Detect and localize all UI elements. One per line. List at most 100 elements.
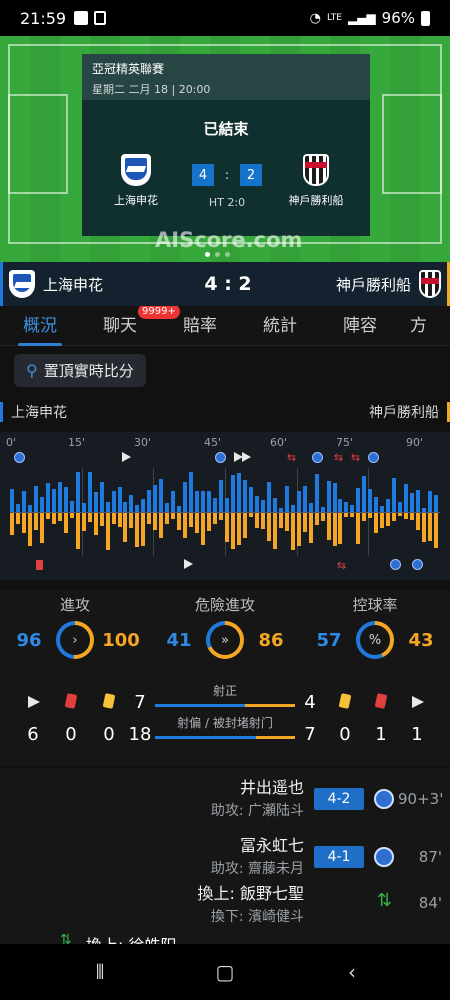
away-momentum-bar bbox=[40, 513, 44, 543]
tab-label: 方案 bbox=[410, 315, 427, 336]
substitution-event-icon[interactable]: ⇆ bbox=[350, 452, 361, 463]
away-momentum-bar bbox=[82, 513, 86, 531]
chevron-right-icon: › bbox=[72, 632, 78, 648]
carousel-dot[interactable] bbox=[215, 252, 220, 257]
corner-event-icon[interactable] bbox=[184, 559, 193, 569]
away-momentum-bar bbox=[362, 513, 366, 521]
away-momentum-bar bbox=[333, 513, 337, 546]
carousel-dots[interactable] bbox=[205, 252, 230, 257]
shots-on-bar bbox=[155, 704, 295, 707]
match-stats: 進攻 96 › 100 危險進攻 41 » 86 控球率 57 % 43 6 0… bbox=[0, 590, 450, 766]
red-card-event-icon[interactable] bbox=[36, 560, 43, 570]
home-momentum-bar bbox=[129, 495, 133, 512]
goal-event-icon[interactable] bbox=[412, 559, 423, 570]
away-momentum-bar bbox=[112, 513, 116, 524]
away-momentum-bar bbox=[410, 513, 414, 520]
event-minute: 87' bbox=[418, 848, 442, 866]
away-team: 神戶勝利船 bbox=[276, 154, 356, 208]
stat-dangerous-attack: 危險進攻 41 » 86 bbox=[150, 590, 300, 659]
home-momentum-bar bbox=[88, 472, 92, 512]
event-assist: 助攻: 齋藤未月 bbox=[210, 861, 304, 877]
home-momentum-bar bbox=[100, 482, 104, 512]
away-momentum-bar bbox=[279, 513, 283, 528]
away-team-name: 神戶勝利船 bbox=[288, 194, 344, 207]
corner-event-icon[interactable] bbox=[242, 452, 251, 462]
double-chevron-icon: » bbox=[221, 632, 229, 648]
away-momentum-bar bbox=[285, 513, 289, 531]
tab-lineup[interactable]: 陣容 bbox=[320, 306, 400, 346]
home-momentum-bar bbox=[70, 501, 74, 512]
corner-event-icon[interactable] bbox=[122, 452, 131, 462]
away-momentum-bar bbox=[368, 513, 372, 518]
goal-event-icon[interactable] bbox=[14, 452, 25, 463]
overview-panel[interactable]: ⚲ 置頂實時比分 上海申花 神戶勝利船 0' 15' 30' 45' 60' 7… bbox=[0, 346, 450, 944]
away-momentum-bar bbox=[88, 513, 92, 522]
tab-plans[interactable]: 方案 bbox=[400, 306, 440, 346]
away-momentum-bar bbox=[165, 513, 169, 524]
stat-attack: 進攻 96 › 100 bbox=[0, 590, 150, 659]
shopping-bag-icon bbox=[94, 11, 107, 25]
tab-overview[interactable]: 概況 bbox=[0, 306, 80, 346]
home-momentum-bar bbox=[46, 483, 50, 512]
yellow-card-icon bbox=[102, 693, 116, 709]
away-momentum-bar bbox=[219, 513, 223, 520]
event-minute: 84' bbox=[418, 894, 442, 912]
corner-flag-icon bbox=[412, 696, 424, 708]
home-momentum-bar bbox=[165, 503, 169, 512]
away-momentum-bar bbox=[123, 513, 127, 542]
tab-odds[interactable]: 賠率 bbox=[160, 306, 240, 346]
goal-ball-icon bbox=[374, 847, 394, 867]
home-momentum-bar bbox=[327, 481, 331, 512]
shots-off-bar bbox=[155, 736, 295, 739]
carousel-dot[interactable] bbox=[225, 252, 230, 257]
away-momentum-bar bbox=[10, 513, 14, 535]
carousel-dot[interactable] bbox=[205, 252, 210, 257]
timeline-away-team: 神戶勝利船 bbox=[369, 402, 450, 422]
away-momentum-bar bbox=[404, 513, 408, 519]
goal-event-icon[interactable] bbox=[215, 452, 226, 463]
back-icon[interactable]: ‹ bbox=[332, 960, 372, 984]
away-momentum-bar bbox=[141, 513, 145, 546]
wifi-icon: ◔ bbox=[309, 10, 321, 26]
home-momentum-bar bbox=[123, 502, 127, 512]
tab-stats[interactable]: 統計 bbox=[240, 306, 320, 346]
away-momentum-bar bbox=[171, 513, 175, 519]
pin-live-score-button[interactable]: ⚲ 置頂實時比分 bbox=[14, 354, 146, 387]
substitution-event-icon[interactable]: ⇆ bbox=[333, 452, 344, 463]
away-corners: 1 bbox=[411, 724, 423, 745]
match-hero[interactable]: 亞冠精英聯賽 星期二 二月 18 | 20:00 已結束 上海申花 4 : 2 … bbox=[0, 36, 450, 262]
home-momentum-bar bbox=[76, 472, 80, 512]
goal-event-icon[interactable] bbox=[312, 452, 323, 463]
battery-level: 96% bbox=[381, 9, 415, 27]
home-momentum-bar bbox=[118, 487, 122, 512]
home-momentum-bar bbox=[309, 503, 313, 512]
recent-apps-icon[interactable]: ⦀ bbox=[80, 960, 120, 984]
half-time-score: HT 2:0 bbox=[208, 196, 246, 209]
away-momentum-bar bbox=[100, 513, 104, 526]
home-momentum-bar bbox=[249, 487, 253, 512]
away-momentum-bar bbox=[327, 513, 331, 540]
home-momentum-bar bbox=[219, 480, 223, 512]
home-momentum-bar bbox=[404, 484, 408, 512]
home-icon[interactable]: ▢ bbox=[205, 960, 245, 984]
home-momentum-bar bbox=[273, 498, 277, 512]
away-momentum-bar bbox=[321, 513, 325, 521]
away-momentum-bar bbox=[129, 513, 133, 528]
away-momentum-bar bbox=[380, 513, 384, 528]
tab-chat[interactable]: 聊天 9999+ bbox=[80, 306, 180, 346]
red-card-icon bbox=[374, 693, 388, 709]
home-momentum-bar bbox=[374, 497, 378, 512]
league-name: 亞冠精英聯賽 bbox=[92, 62, 165, 76]
away-momentum-bar bbox=[422, 513, 426, 542]
substitution-event-icon[interactable]: ⇆ bbox=[286, 452, 297, 463]
away-momentum-bar bbox=[231, 513, 235, 549]
home-momentum-bar bbox=[338, 499, 342, 512]
home-momentum-bar bbox=[112, 491, 116, 512]
goal-event-icon[interactable] bbox=[368, 452, 379, 463]
substitution-event-icon[interactable]: ⇆ bbox=[336, 560, 347, 571]
goal-event-icon[interactable] bbox=[390, 559, 401, 570]
home-momentum-bar bbox=[207, 491, 211, 512]
match-momentum-timeline: 0' 15' 30' 45' 60' 75' 90' ⇆ ⇆ ⇆ ⇆ bbox=[0, 432, 450, 580]
away-momentum-bar bbox=[159, 513, 163, 538]
home-momentum-bar bbox=[386, 499, 390, 512]
